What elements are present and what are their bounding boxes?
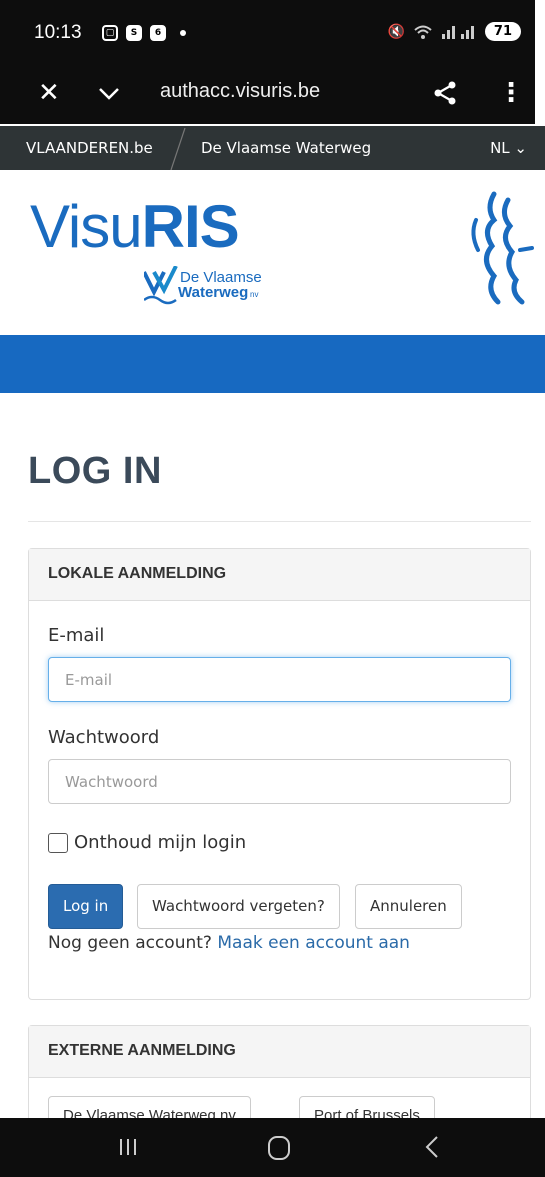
brand-band — [0, 335, 545, 393]
recent-apps-icon[interactable] — [118, 1137, 138, 1157]
visuris-logo[interactable]: VisuRIS De Vlaamse Waterweg nv — [30, 192, 300, 312]
forgot-password-button[interactable]: Wachtwoord vergeten? — [137, 884, 340, 929]
language-label: NL — [490, 139, 510, 157]
password-label: Wachtwoord — [48, 727, 160, 748]
more-menu-icon[interactable]: ⋮ — [498, 78, 524, 108]
mute-icon: 🔇 — [387, 23, 405, 40]
url-display[interactable]: authacc.visuris.be — [160, 80, 320, 103]
waterweg-sublogo: De Vlaamse Waterweg nv — [144, 266, 262, 305]
header-divider — [170, 128, 186, 170]
s-app-icon: S — [126, 25, 142, 41]
calendar-icon: 6 — [150, 25, 166, 41]
no-account-row: Nog geen account? Maak een account aan — [48, 933, 410, 953]
screenshot-icon: ▢ — [102, 25, 118, 41]
logo-ris-text: RIS — [141, 193, 240, 260]
back-icon[interactable] — [422, 1134, 442, 1160]
logo-visu-text: Visu — [30, 193, 143, 260]
organisation-link[interactable]: De Vlaamse Waterweg — [201, 139, 371, 157]
remember-login-checkbox[interactable]: Onthoud mijn login — [48, 832, 246, 853]
signal-icon — [441, 25, 474, 39]
external-login-panel: EXTERNE AANMELDING De Vlaamse Waterweg n… — [28, 1025, 531, 1136]
close-icon[interactable]: ✕ — [38, 78, 60, 108]
no-account-text: Nog geen account? — [48, 933, 212, 953]
local-login-panel: LOKALE AANMELDING E-mail Wachtwoord Onth… — [28, 548, 531, 1000]
share-icon[interactable] — [432, 80, 458, 106]
status-bar: 10:13 ▢ S 6 🔇 71 — [0, 0, 535, 66]
battery-indicator: 71 — [484, 22, 521, 41]
create-account-link[interactable]: Maak een account aan — [217, 933, 410, 953]
login-button[interactable]: Log in — [48, 884, 124, 929]
flemish-lion-logo — [471, 191, 534, 305]
remember-login-label: Onthoud mijn login — [74, 832, 247, 853]
password-field[interactable] — [48, 759, 511, 804]
language-selector[interactable]: NL ⌄ — [490, 139, 527, 157]
checkbox-icon[interactable] — [48, 832, 68, 853]
chevron-down-icon: ⌄ — [514, 139, 527, 157]
logo-wordmark: VisuRIS — [30, 192, 240, 261]
browser-toolbar: ✕ authacc.visuris.be ⋮ — [0, 66, 535, 124]
system-nav-bar — [0, 1118, 545, 1177]
status-time: 10:13 — [34, 22, 82, 43]
svg-text:Waterweg: Waterweg — [178, 284, 248, 301]
local-login-heading: LOKALE AANMELDING — [29, 549, 530, 601]
status-notification-icons: ▢ S 6 — [102, 25, 186, 41]
svg-text:nv: nv — [250, 290, 258, 299]
page-title: LOG IN — [28, 450, 162, 492]
home-icon[interactable] — [268, 1136, 290, 1160]
chevron-down-icon[interactable] — [98, 84, 120, 102]
status-system-icons: 🔇 71 — [387, 22, 521, 41]
vlaanderen-link[interactable]: VLAANDEREN.be — [26, 139, 153, 157]
vlaanderen-header: VLAANDEREN.be De Vlaamse Waterweg NL ⌄ — [0, 126, 545, 170]
wifi-icon — [414, 25, 432, 39]
title-divider — [28, 521, 531, 522]
email-field[interactable] — [48, 657, 511, 702]
external-login-heading: EXTERNE AANMELDING — [29, 1026, 530, 1078]
cancel-button[interactable]: Annuleren — [355, 884, 462, 929]
more-notifications-dot — [180, 30, 186, 36]
email-label: E-mail — [48, 625, 105, 646]
